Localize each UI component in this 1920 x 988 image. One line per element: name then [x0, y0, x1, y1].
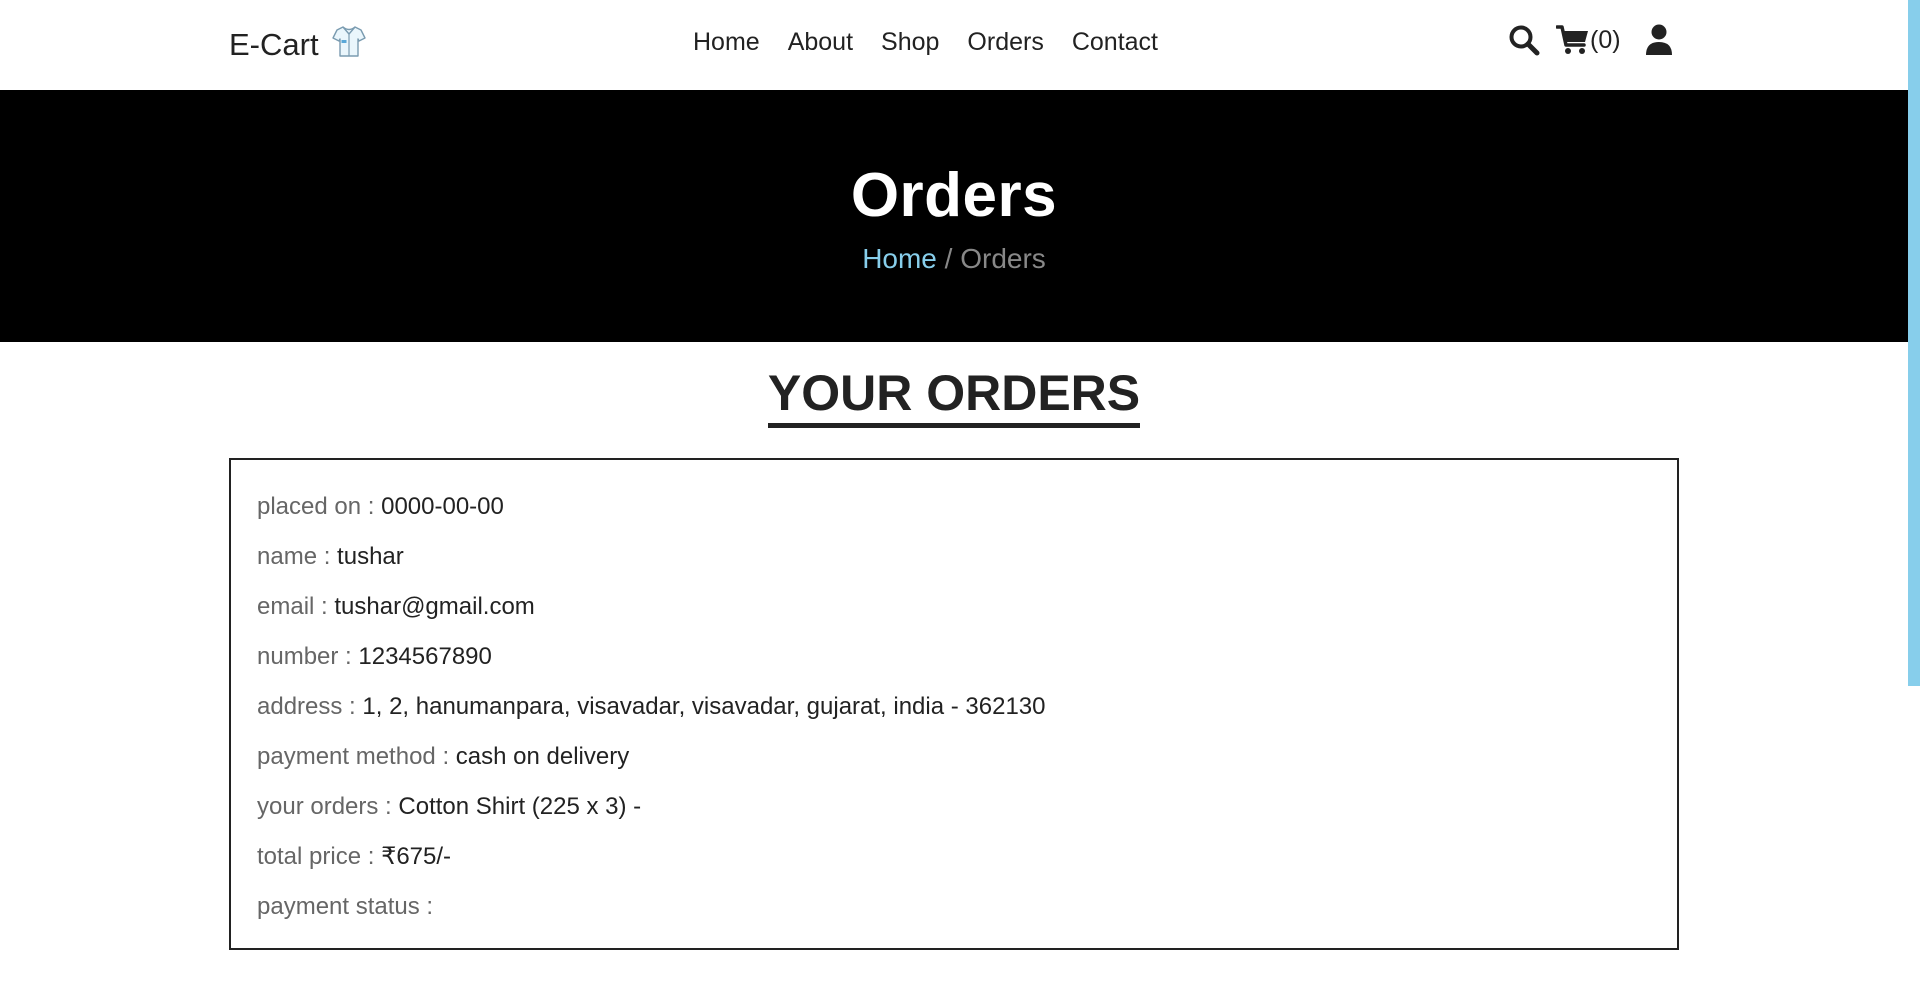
nav-about[interactable]: About [788, 28, 853, 57]
field-value: ₹675/- [381, 843, 452, 870]
field-label: payment method : [257, 743, 456, 770]
header: E-Cart Home About Shop Orders Contact (0… [0, 0, 1908, 90]
nav-shop[interactable]: Shop [881, 28, 939, 57]
breadcrumb-separator: / [936, 243, 961, 274]
field-value: cash on delivery [455, 743, 630, 770]
order-address: address : 1, 2, hanumanpara, visavadar, … [257, 682, 1651, 732]
section-heading: YOUR ORDERS [767, 366, 1141, 428]
order-placed-on: placed on : 0000-00-00 [257, 482, 1651, 532]
field-value: 1234567890 [358, 643, 492, 670]
scrollbar-thumb[interactable] [1908, 0, 1920, 686]
field-value: 1, 2, hanumanpara, visavadar, visavadar,… [362, 693, 1046, 720]
main-nav: Home About Shop Orders Contact [693, 28, 1158, 57]
field-label: payment status : [257, 893, 434, 920]
user-button[interactable] [1645, 24, 1673, 56]
field-label: name : [257, 543, 338, 570]
field-label: email : [257, 593, 335, 620]
order-items: your orders : Cotton Shirt (225 x 3) - [257, 782, 1651, 832]
nav-home[interactable]: Home [693, 28, 760, 57]
order-card: placed on : 0000-00-00 name : tushar ema… [229, 458, 1679, 950]
search-icon [1508, 24, 1540, 56]
order-email: email : tushar@gmail.com [257, 582, 1651, 632]
field-label: address : [257, 693, 363, 720]
page-title: Orders [850, 161, 1058, 230]
cart-button[interactable]: (0) [1556, 24, 1621, 56]
header-icons: (0) [1508, 24, 1673, 56]
breadcrumb: Home / Orders [0, 243, 1908, 275]
nav-contact[interactable]: Contact [1072, 28, 1158, 57]
order-number: number : 1234567890 [257, 632, 1651, 682]
field-value: tushar@gmail.com [334, 593, 535, 620]
page-heading: Orders Home / Orders [0, 90, 1908, 342]
user-icon [1645, 24, 1673, 56]
field-label: placed on : [257, 493, 382, 520]
field-label: your orders : [257, 793, 399, 820]
order-total-price: total price : ₹675/- [257, 832, 1651, 882]
breadcrumb-current: Orders [960, 243, 1046, 274]
field-value: 0000-00-00 [381, 493, 504, 520]
order-name: name : tushar [257, 532, 1651, 582]
nav-orders[interactable]: Orders [967, 28, 1043, 57]
order-payment-method: payment method : cash on delivery [257, 732, 1651, 782]
order-payment-status: payment status : [257, 882, 1651, 932]
field-label: total price : [257, 843, 382, 870]
shirt-icon [331, 24, 367, 66]
logo-link[interactable]: E-Cart [229, 24, 367, 66]
cart-icon [1556, 24, 1590, 56]
orders-section-title: YOUR ORDERS [0, 366, 1908, 428]
breadcrumb-home[interactable]: Home [862, 243, 937, 274]
brand-name: E-Cart [229, 27, 319, 62]
cart-count: (0) [1590, 25, 1621, 54]
field-value: tushar [337, 543, 404, 570]
field-value: Cotton Shirt (225 x 3) - [398, 793, 642, 820]
field-label: number : [257, 643, 359, 670]
search-button[interactable] [1508, 24, 1540, 56]
